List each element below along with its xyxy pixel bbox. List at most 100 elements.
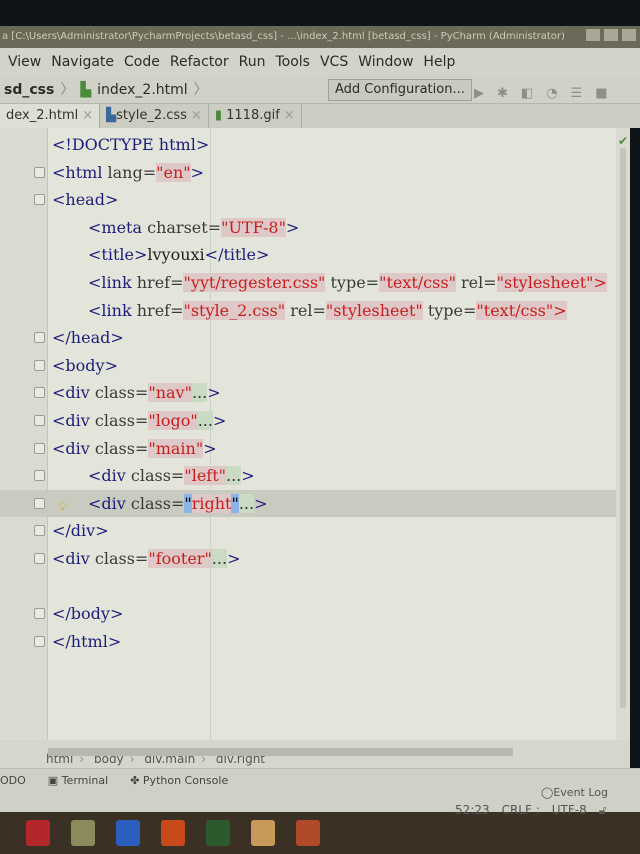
minimize-button[interactable] xyxy=(586,29,600,41)
code-text: <!DOCTYPE html> xyxy=(52,131,209,159)
code-line[interactable]: </div> xyxy=(0,517,630,545)
fold-marker-icon[interactable] xyxy=(34,525,45,537)
nav-project[interactable]: sd_css xyxy=(4,76,54,104)
taskbar-firefox-icon[interactable] xyxy=(161,820,185,846)
code-line[interactable]: <div class="main"> xyxy=(0,435,630,463)
nav-file[interactable]: index_2.html xyxy=(97,76,188,104)
code-token-tag: <div xyxy=(52,438,95,458)
code-line[interactable]: </html> xyxy=(0,628,630,656)
code-line[interactable]: <html lang="en"> xyxy=(0,159,630,187)
code-token-attr: href= xyxy=(136,300,184,320)
code-token-tag: </head> xyxy=(52,328,124,348)
code-line[interactable]: <link href="yyt/regester.css" type="text… xyxy=(0,269,630,297)
close-button[interactable] xyxy=(622,29,636,41)
fold-marker-icon[interactable] xyxy=(34,635,45,647)
fold-marker-icon[interactable] xyxy=(34,442,45,454)
code-line[interactable]: </head> xyxy=(0,324,630,352)
window-title-bar: a [C:\Users\Administrator\PycharmProject… xyxy=(0,26,640,48)
close-tab-icon[interactable]: × xyxy=(284,108,295,123)
code-token-attr: class= xyxy=(94,410,149,430)
fold-marker-icon[interactable] xyxy=(34,608,45,620)
tab-index-2-html[interactable]: dex_2.html × xyxy=(0,104,101,128)
taskbar-file-explorer-icon[interactable] xyxy=(71,820,95,846)
menu-vcs[interactable]: VCS xyxy=(320,48,348,76)
terminal-icon: ▣ xyxy=(47,774,59,787)
fold-marker-icon[interactable] xyxy=(34,414,45,426)
code-line[interactable]: <title>lvyouxi</title> xyxy=(0,241,630,269)
close-tab-icon[interactable]: × xyxy=(82,108,93,123)
code-line[interactable]: <head> xyxy=(0,186,630,214)
code-editor[interactable]: <!DOCTYPE html> <html lang="en"> <head> <me… xyxy=(0,128,630,740)
tab-style-2-css[interactable]: ▙style_2.css × xyxy=(100,104,209,128)
todo-tool-button[interactable]: ODO xyxy=(0,769,26,792)
fold-marker-icon[interactable] xyxy=(34,166,45,178)
menu-tools[interactable]: Tools xyxy=(275,48,310,76)
code-token-str: "nav" xyxy=(148,383,192,403)
code-line[interactable]: <!DOCTYPE html> xyxy=(0,131,630,159)
taskbar-app-red-icon[interactable] xyxy=(26,820,50,846)
python-console-label: Python Console xyxy=(142,774,229,787)
event-log-button[interactable]: ◯Event Log xyxy=(541,786,608,799)
add-configuration-button[interactable]: Add Configuration... xyxy=(328,79,472,101)
code-token-attr: charset= xyxy=(147,217,222,237)
code-line[interactable]: <body> xyxy=(0,352,630,380)
code-text: <body> xyxy=(52,352,118,380)
fold-marker-icon[interactable] xyxy=(34,387,45,399)
code-line[interactable]: <div class="logo"...> xyxy=(0,407,630,435)
code-text: <div class="logo"...> xyxy=(52,407,226,435)
menu-refactor[interactable]: Refactor xyxy=(170,48,229,76)
menu-code[interactable]: Code xyxy=(124,48,160,76)
code-token-str: "text/css"> xyxy=(476,300,567,320)
code-token-tag: </div> xyxy=(52,521,109,541)
taskbar-app-paint-icon[interactable] xyxy=(251,820,275,846)
menu-help[interactable]: Help xyxy=(423,48,455,76)
taskbar-pycharm-icon[interactable] xyxy=(206,820,230,846)
code-token-tag: > xyxy=(241,466,255,486)
code-line[interactable]: </body> xyxy=(0,600,630,628)
window-title: a [C:\Users\Administrator\PycharmProject… xyxy=(2,31,565,42)
horizontal-scrollbar[interactable] xyxy=(48,748,513,756)
code-text: <meta charset="UTF-8"> xyxy=(88,214,299,242)
code-line[interactable] xyxy=(0,573,630,601)
fold-marker-icon[interactable] xyxy=(34,470,45,482)
lock-icon[interactable]: 🔓︎ xyxy=(599,803,607,818)
fold-marker-icon[interactable] xyxy=(34,497,45,509)
terminal-tool-button[interactable]: ▣ Terminal xyxy=(48,769,108,792)
fold-marker-icon[interactable] xyxy=(34,194,45,206)
fold-marker-icon[interactable] xyxy=(34,332,45,344)
menu-view[interactable]: View xyxy=(8,48,41,76)
menu-run[interactable]: Run xyxy=(239,48,266,76)
code-token-attr: type= xyxy=(422,300,477,320)
code-text: <html lang="en"> xyxy=(52,159,204,187)
python-console-tool-button[interactable]: ✤ Python Console xyxy=(130,769,228,792)
navigation-bar: sd_css 〉 ▙ index_2.html 〉 Add Configuration.… xyxy=(0,76,640,104)
file-encoding[interactable]: UTF-8 xyxy=(552,803,587,818)
vertical-scrollbar[interactable] xyxy=(620,148,626,708)
code-line[interactable]: <div class="footer"...> xyxy=(0,545,630,573)
fold-marker-icon[interactable] xyxy=(34,552,45,564)
code-token-str: "UTF-8" xyxy=(221,217,286,237)
code-lines[interactable]: <!DOCTYPE html> <html lang="en"> <head> <me… xyxy=(0,131,630,655)
fold-marker-icon[interactable] xyxy=(34,359,45,371)
menu-bar: View Navigate Code Refactor Run Tools VC… xyxy=(0,48,640,76)
code-line[interactable]: 💡︎ <div class="right"...> xyxy=(0,489,630,518)
taskbar-ifeng-app-icon[interactable] xyxy=(116,820,140,846)
code-line[interactable]: <meta charset="UTF-8"> xyxy=(0,214,630,242)
line-separator[interactable]: CRLF : xyxy=(502,803,540,818)
menu-window[interactable]: Window xyxy=(358,48,413,76)
taskbar-chrome-icon[interactable] xyxy=(296,820,320,846)
code-line[interactable]: <link href="style_2.css" rel="stylesheet… xyxy=(0,297,630,325)
tab-1118-gif[interactable]: ▮ 1118.gif × xyxy=(209,104,302,128)
code-token-str: "footer" xyxy=(148,548,212,568)
maximize-button[interactable] xyxy=(604,29,618,41)
code-token-fold: ... xyxy=(238,493,255,513)
close-tab-icon[interactable]: × xyxy=(191,108,202,123)
caret-position[interactable]: 52:23 xyxy=(455,803,490,818)
code-token-fold: ... xyxy=(211,548,228,568)
code-line[interactable]: <div class="left"...> xyxy=(0,462,630,490)
code-line[interactable]: <div class="nav"...> xyxy=(0,379,630,407)
code-token-tag: <body> xyxy=(52,355,118,375)
menu-navigate[interactable]: Navigate xyxy=(51,48,114,76)
code-token-fold: ... xyxy=(226,466,242,486)
tab-label: dex_2.html xyxy=(6,108,79,123)
